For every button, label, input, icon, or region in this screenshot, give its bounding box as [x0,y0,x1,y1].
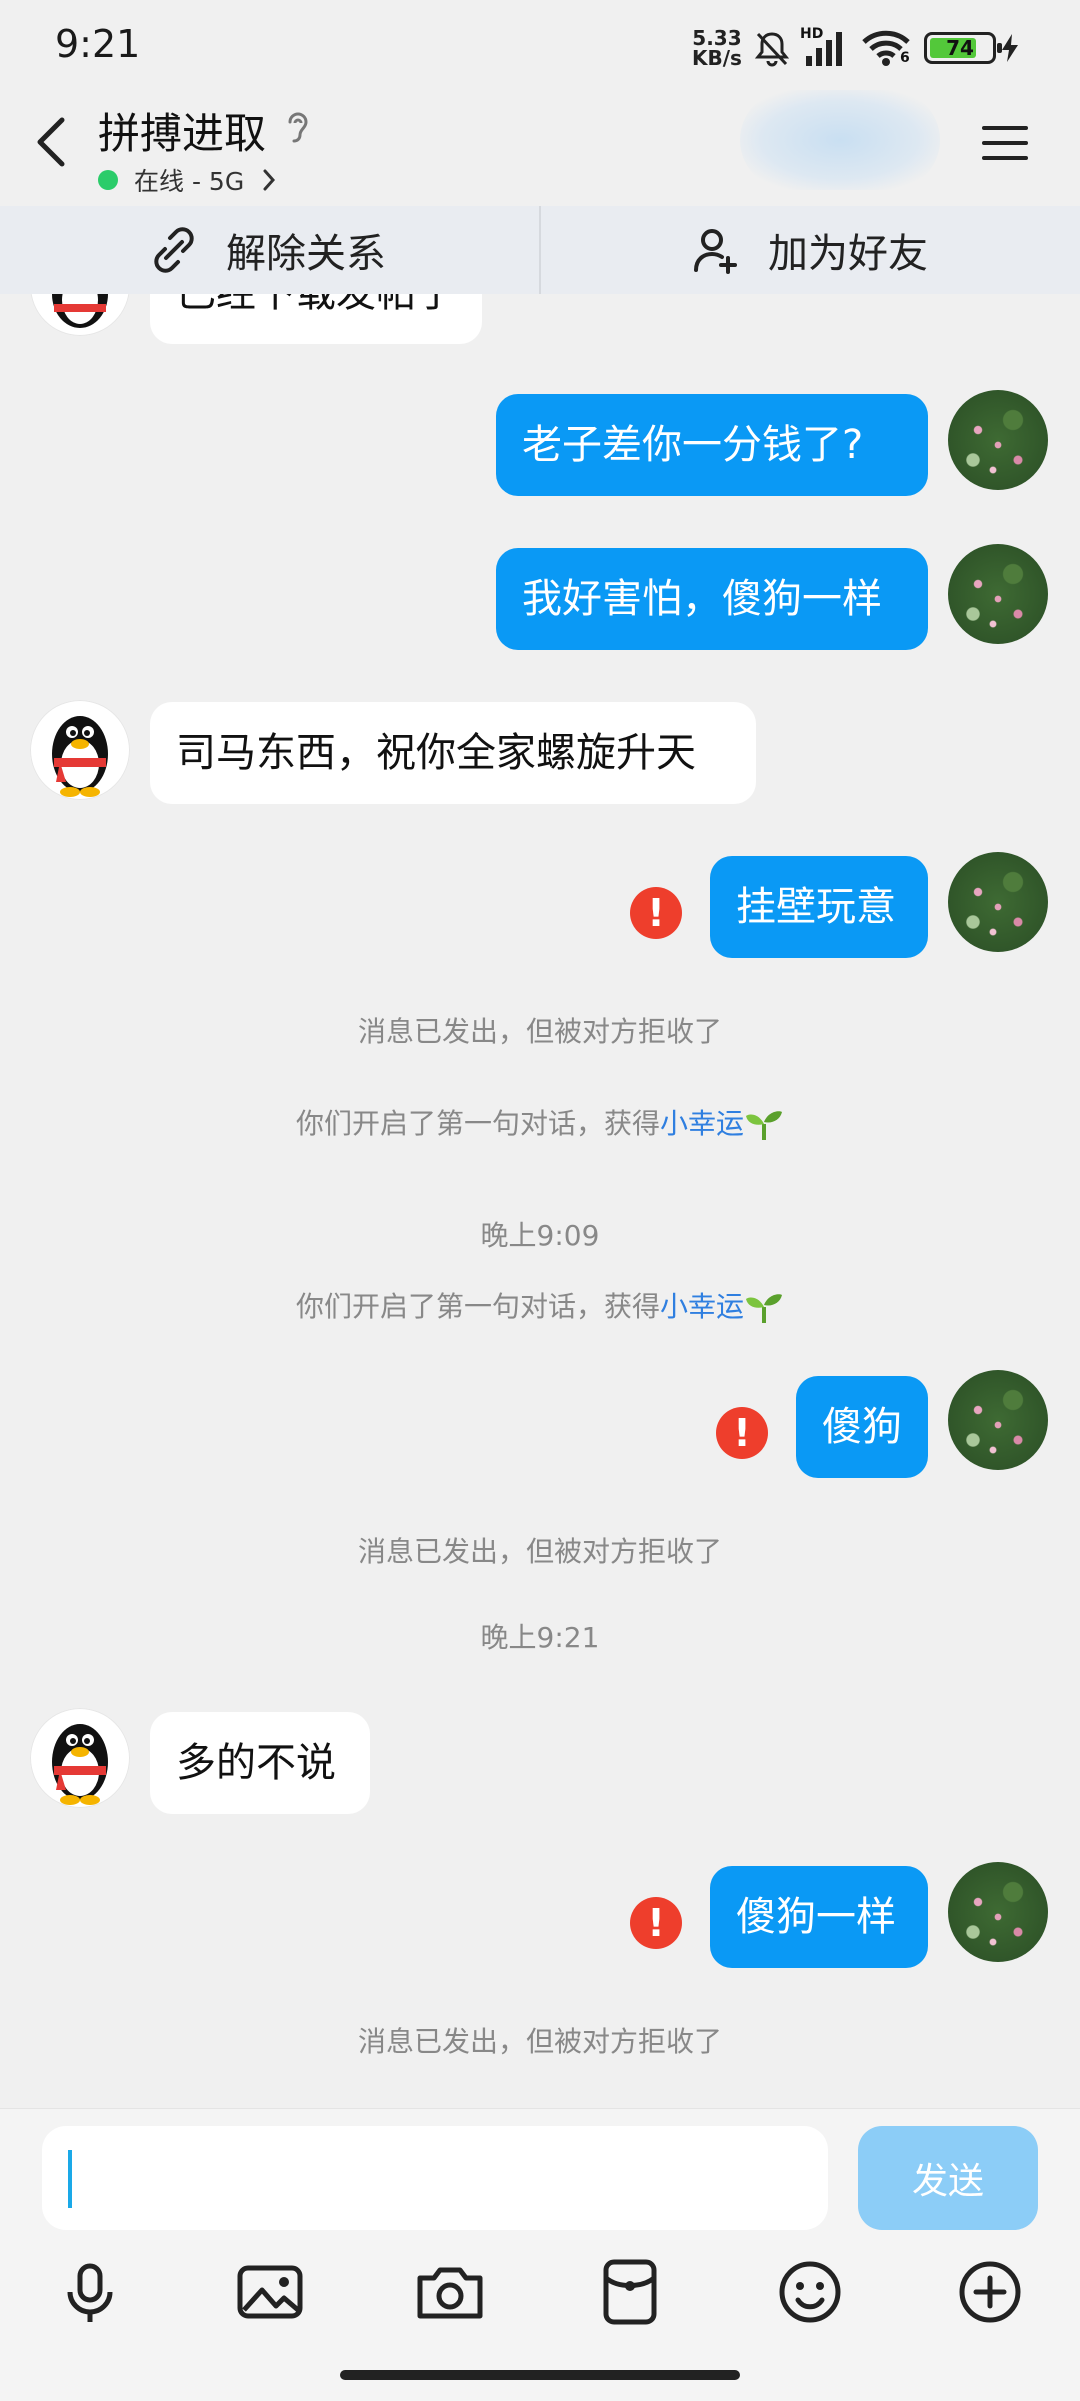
online-dot-icon [98,170,118,190]
message-bubble-incoming[interactable]: 已经下载发帖了 [150,294,482,344]
chevron-right-icon [263,169,276,191]
penguin-icon [52,294,108,328]
hearing-icon [282,108,314,148]
network-speed-value: 5.33 [692,26,742,50]
time-divider: 晚上9:09 [480,1219,600,1252]
first-chat-text: 你们开启了第一句对话，获得 [295,1290,660,1323]
back-arrow-icon [37,117,65,167]
peer-avatar[interactable] [30,700,130,800]
status-bar: 9:21 5.33 KB/s HD 6 74 [0,0,1080,96]
back-button[interactable] [30,112,74,172]
network-speed: 5.33 KB/s [692,28,742,68]
text-caret [68,2150,72,2208]
send-failed-icon[interactable]: ! [630,887,682,939]
presence-text: 在线 - 5G [134,167,245,196]
home-indicator[interactable] [340,2370,740,2380]
system-notice-rejected: 消息已发出，但被对方拒收了 [357,2025,722,2058]
message-bubble-outgoing[interactable]: 我好害怕，傻狗一样 [496,548,928,650]
more-button[interactable] [952,2254,1028,2330]
status-time: 9:21 [55,22,141,66]
my-avatar[interactable] [948,390,1048,490]
my-avatar[interactable] [948,1370,1048,1470]
battery-icon: 74 [924,32,1002,64]
camera-icon [417,2267,483,2319]
peer-avatar[interactable] [30,1708,130,1808]
signal-hd-label: HD [800,26,824,42]
presence-status[interactable]: 在线 - 5G [98,162,280,198]
cell-signal-icon: HD [800,26,848,70]
first-chat-text: 你们开启了第一句对话，获得 [295,1107,660,1140]
image-icon [237,2265,303,2319]
penguin-icon [52,1724,108,1805]
red-packet-button[interactable] [592,2254,668,2330]
gallery-button[interactable] [232,2254,308,2330]
wifi-label: 6 [900,50,910,66]
relation-action-bar: 解除关系 加为好友 [0,206,1080,294]
penguin-icon [52,716,108,797]
contact-name[interactable]: 拼搏进取 [98,100,266,161]
system-notice-rejected: 消息已发出，但被对方拒收了 [357,1535,722,1568]
remove-relation-button[interactable]: 解除关系 [148,206,386,294]
camera-button[interactable] [412,2254,488,2330]
red-packet-icon [603,2259,657,2325]
message-bubble-incoming[interactable]: 多的不说 [150,1712,370,1814]
smiley-icon [779,2261,841,2323]
message-bubble-outgoing[interactable]: 老子差你一分钱了? [496,394,928,496]
system-notice-rejected: 消息已发出，但被对方拒收了 [357,1015,722,1048]
lucky-link[interactable]: 小幸运 [660,1290,744,1323]
wifi-icon: 6 [860,28,912,68]
plus-circle-icon [959,2261,1021,2323]
message-bubble-outgoing[interactable]: 挂壁玩意 [710,856,928,958]
my-avatar[interactable] [948,852,1048,952]
mute-icon [752,28,792,68]
send-failed-icon[interactable]: ! [716,1407,768,1459]
peer-avatar[interactable] [30,294,130,336]
emoji-button[interactable] [772,2254,848,2330]
action-divider [539,206,541,294]
sprout-icon [744,1108,784,1142]
unlink-icon [154,227,194,273]
time-divider: 晚上9:21 [480,1621,600,1654]
voice-button[interactable] [52,2254,128,2330]
my-avatar[interactable] [948,544,1048,644]
microphone-icon [67,2263,113,2322]
blurred-avatar [740,90,940,190]
message-bubble-outgoing[interactable]: 傻狗一样 [710,1866,928,1968]
send-failed-icon[interactable]: ! [630,1897,682,1949]
message-input[interactable] [42,2126,828,2230]
battery-level: 74 [946,36,974,60]
system-notice-first-chat: 你们开启了第一句对话，获得小幸运 [0,1285,1080,1325]
message-list[interactable]: 已经下载发帖了 老子差你一分钱了? 我好害怕，傻狗一样 司马东西，祝你全家螺旋升… [0,294,1080,2108]
add-user-icon [694,229,737,274]
sprout-icon [744,1291,784,1325]
menu-button[interactable] [980,118,1030,168]
system-notice-first-chat: 你们开启了第一句对话，获得小幸运 [0,1102,1080,1142]
menu-icon [982,126,1028,160]
network-speed-unit: KB/s [692,46,742,70]
message-bubble-outgoing[interactable]: 傻狗 [796,1376,928,1478]
add-friend-button[interactable]: 加为好友 [690,206,928,294]
remove-relation-label: 解除关系 [226,231,386,277]
send-button[interactable]: 发送 [858,2126,1038,2230]
message-bubble-incoming[interactable]: 司马东西，祝你全家螺旋升天 [150,702,756,804]
lucky-link[interactable]: 小幸运 [660,1107,744,1140]
my-avatar[interactable] [948,1862,1048,1962]
charging-icon [1000,32,1020,64]
add-friend-label: 加为好友 [768,231,928,277]
